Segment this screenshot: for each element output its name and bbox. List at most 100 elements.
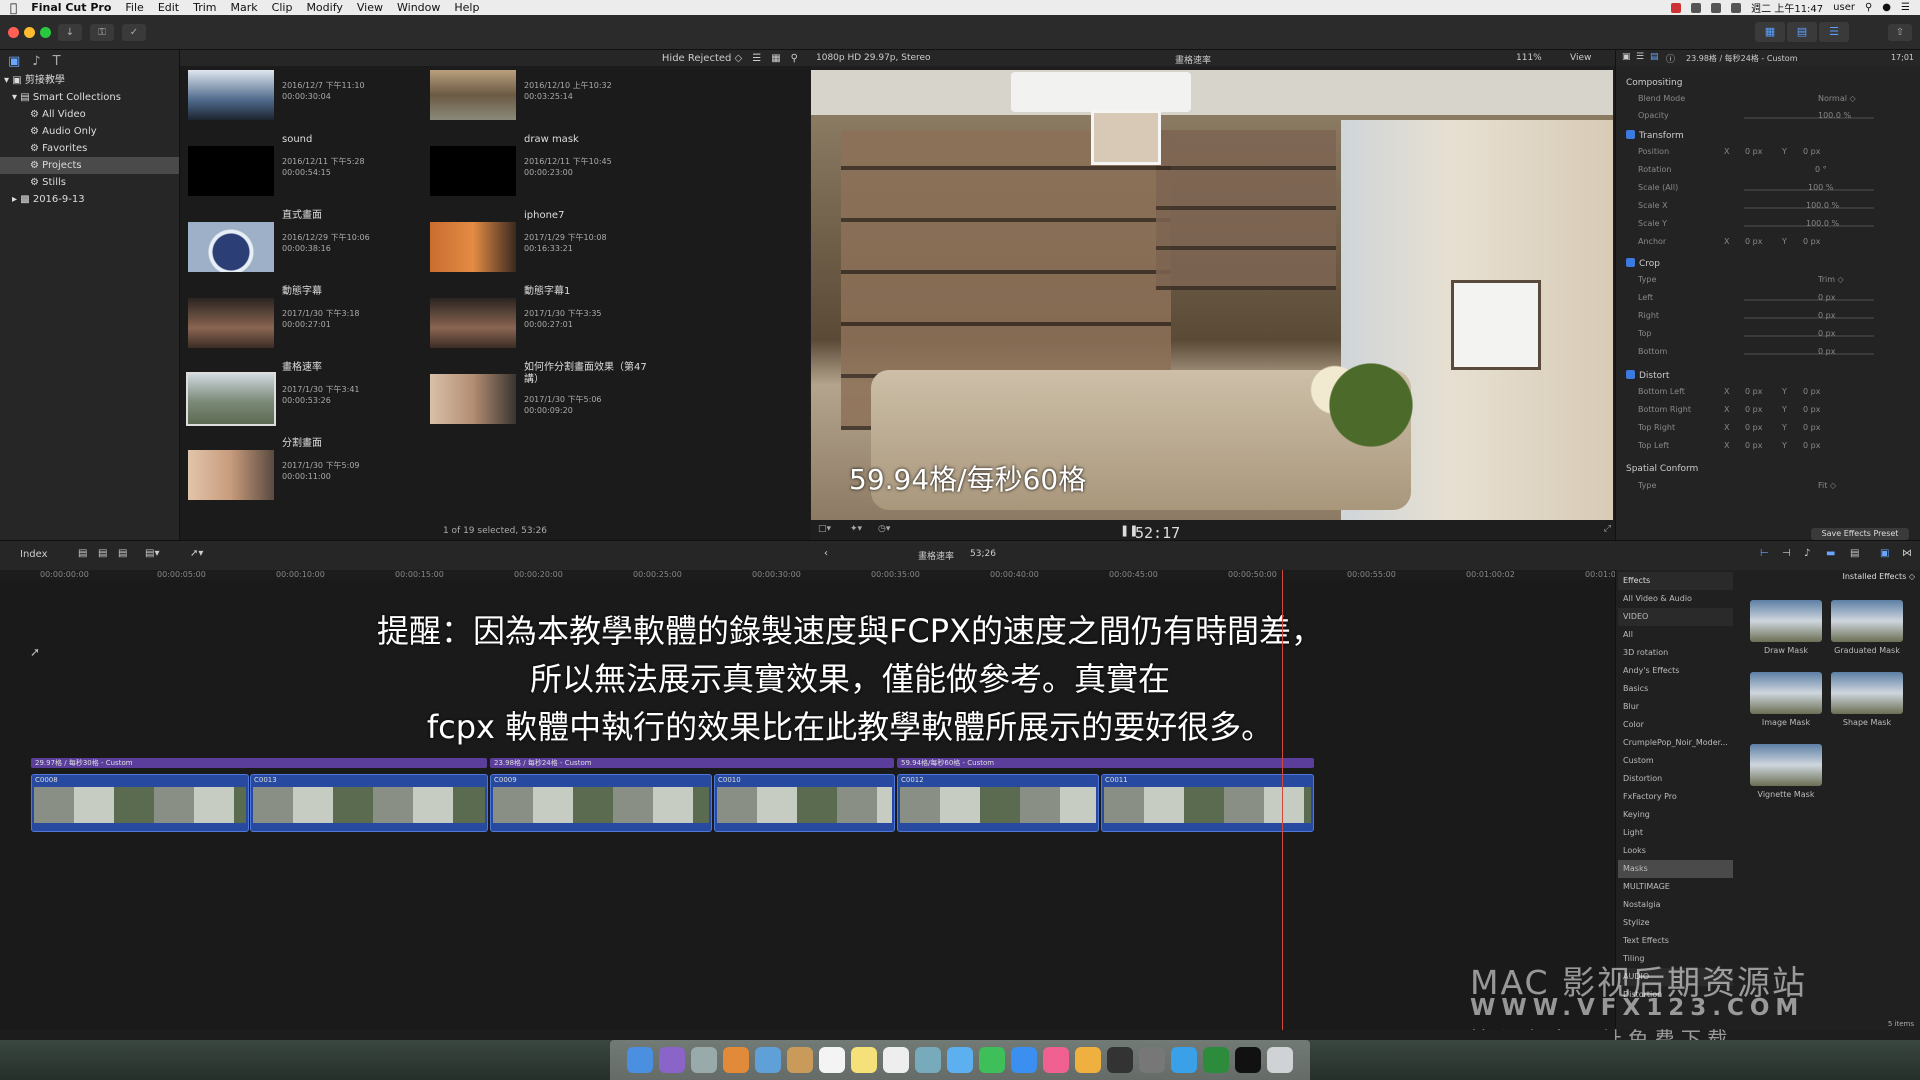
category-item[interactable]: All Video & Audio <box>1618 590 1733 608</box>
event-item[interactable]: ▸ ▩ 2016-9-13 <box>0 191 179 208</box>
crop-left-slider[interactable] <box>1744 299 1874 301</box>
smart-collections-item[interactable]: ▾ ▤ Smart Collections <box>0 89 179 106</box>
opacity-slider[interactable] <box>1744 117 1874 119</box>
itunes-icon[interactable] <box>1043 1047 1069 1073</box>
menu-file[interactable]: File <box>125 1 143 14</box>
search-icon[interactable]: ⚲ <box>791 53 798 64</box>
blend-mode-popup[interactable]: Normal ◇ <box>1818 94 1856 103</box>
insert-icon[interactable]: ▤ <box>98 548 107 559</box>
spotlight-icon[interactable]: ⚲ <box>1865 2 1872 13</box>
siri-icon[interactable]: ● <box>1882 2 1891 13</box>
zoom-icon[interactable] <box>40 27 51 38</box>
effects-browser-icon[interactable]: ▣ <box>1880 548 1889 559</box>
tl-y[interactable]: 0 px <box>1803 441 1820 450</box>
photos-audio-tab-icon[interactable]: ♪ <box>32 54 40 69</box>
browser-clip[interactable]: 動態字幕1 2017/1/30 下午3:35 00:00:27:01 <box>422 286 652 352</box>
volume-icon[interactable] <box>1711 2 1722 13</box>
app-menu[interactable]: Final Cut Pro <box>31 1 111 14</box>
show-browser-icon[interactable]: ▦ <box>1755 22 1785 42</box>
crop-top-slider[interactable] <box>1744 335 1874 337</box>
background-tasks-icon[interactable]: ✓ <box>122 24 146 41</box>
category-item-selected[interactable]: Masks <box>1618 860 1733 878</box>
keywords-icon[interactable]: ⚿ <box>90 24 114 41</box>
conform-type-popup[interactable]: Fit ◇ <box>1818 481 1836 490</box>
info-inspector-icon[interactable]: ▤ <box>1650 52 1659 62</box>
sidebar-item-stills[interactable]: ⚙ Stills <box>0 174 179 191</box>
audio-inspector-icon[interactable]: ☰ <box>1636 52 1644 62</box>
br-y[interactable]: 0 px <box>1803 405 1820 414</box>
safari-icon[interactable] <box>1171 1047 1197 1073</box>
calendar-icon[interactable] <box>819 1047 845 1073</box>
scale-x-value[interactable]: 100.0 % <box>1806 201 1839 210</box>
browser-clip[interactable]: 2016/12/10 上午10:32 00:03:25:14 <box>422 58 652 124</box>
effect-item[interactable]: Draw Mask <box>1749 600 1823 670</box>
import-icon[interactable]: ↓ <box>58 24 82 41</box>
browser-clip[interactable]: 動態字幕 2017/1/30 下午3:18 00:00:27:01 <box>180 286 410 352</box>
anchor-x[interactable]: 0 px <box>1745 237 1762 246</box>
menu-help[interactable]: Help <box>454 1 479 14</box>
show-timeline-icon[interactable]: ▤ <box>1787 22 1817 42</box>
app-store-icon[interactable] <box>1011 1047 1037 1073</box>
share-icon[interactable]: ⇧ <box>1888 24 1912 41</box>
contacts-icon[interactable] <box>787 1047 813 1073</box>
library-item[interactable]: ▾ ▣ 剪接教學 <box>0 72 179 89</box>
minimize-icon[interactable] <box>24 27 35 38</box>
notes-icon[interactable] <box>851 1047 877 1073</box>
category-item[interactable]: Basics <box>1618 680 1733 698</box>
category-item[interactable]: Light <box>1618 824 1733 842</box>
category-item[interactable]: Blur <box>1618 698 1733 716</box>
skimming-icon[interactable]: ⊢ <box>1760 548 1769 559</box>
titles-generators-tab-icon[interactable]: T <box>53 54 61 69</box>
br-x[interactable]: 0 px <box>1745 405 1762 414</box>
crop-type-popup[interactable]: Trim ◇ <box>1818 275 1844 284</box>
browser-clip[interactable]: iphone7 2017/1/29 下午10:08 00:16:33:21 <box>422 210 652 276</box>
apple-icon[interactable]:  <box>10 1 17 15</box>
filter-popup[interactable]: Hide Rejected ◇ <box>662 53 742 64</box>
category-item[interactable]: Nostalgia <box>1618 896 1733 914</box>
opacity-value[interactable]: 100.0 % <box>1818 111 1851 120</box>
camtasia-icon[interactable] <box>1203 1047 1229 1073</box>
menu-window[interactable]: Window <box>397 1 440 14</box>
clock[interactable]: 週二 上午11:47 <box>1751 0 1823 15</box>
compound-clip-label[interactable]: 29.97格 / 每秒30格 - Custom <box>31 758 487 768</box>
bl-x[interactable]: 0 px <box>1745 387 1762 396</box>
crop-top-value[interactable]: 0 px <box>1818 329 1835 338</box>
browser-clip[interactable]: 直式畫面 2016/12/29 下午10:06 00:00:38:16 <box>180 210 410 276</box>
category-item[interactable]: MULTIMAGE <box>1618 878 1733 896</box>
compound-clip-label[interactable]: 23.98格 / 每秒24格 - Custom <box>490 758 894 768</box>
category-item[interactable]: All <box>1618 626 1733 644</box>
transform-checkbox[interactable] <box>1626 130 1635 139</box>
siri-dock-icon[interactable] <box>659 1047 685 1073</box>
append-icon[interactable]: ▤ <box>118 548 127 559</box>
anchor-y[interactable]: 0 px <box>1803 237 1820 246</box>
sidebar-item-all-video[interactable]: ⚙ All Video <box>0 106 179 123</box>
facetime-icon[interactable] <box>979 1047 1005 1073</box>
position-y[interactable]: 0 px <box>1803 147 1820 156</box>
reminders-icon[interactable] <box>883 1047 909 1073</box>
clip-appearance-icon[interactable]: ▦ <box>771 53 780 64</box>
tl-x[interactable]: 0 px <box>1745 441 1762 450</box>
menu-clip[interactable]: Clip <box>272 1 293 14</box>
category-item[interactable]: CrumplePop_Noir_Moder... <box>1618 734 1733 752</box>
video-inspector-icon[interactable]: ▣ <box>1622 52 1631 62</box>
fullscreen-icon[interactable]: ⤢ <box>1604 524 1611 534</box>
trash-icon[interactable] <box>1267 1047 1293 1073</box>
effect-item[interactable]: Image Mask <box>1749 672 1823 742</box>
notification-icon[interactable]: ☰ <box>1901 2 1910 13</box>
category-item[interactable]: Keying <box>1618 806 1733 824</box>
section-crop[interactable]: Crop <box>1626 258 1660 272</box>
user-name[interactable]: user <box>1833 2 1855 13</box>
libraries-tab-icon[interactable]: ▣ <box>8 54 20 69</box>
menu-edit[interactable]: Edit <box>158 1 179 14</box>
audio-skimming-icon[interactable]: ⊣ <box>1782 548 1791 559</box>
snapping-icon[interactable]: ▬ <box>1826 548 1835 559</box>
sidebar-item-projects[interactable]: ⚙ Projects <box>0 157 179 174</box>
transform-icon[interactable]: □▾ <box>818 524 831 534</box>
compound-clip-label[interactable]: 59.94格/每秒60格 - Custom <box>897 758 1314 768</box>
browser-clip[interactable]: draw mask 2016/12/11 下午10:45 00:00:23:00 <box>422 134 652 200</box>
category-item[interactable]: Stylize <box>1618 914 1733 932</box>
view-popup[interactable]: View <box>1570 53 1591 63</box>
effect-item[interactable]: Shape Mask <box>1830 672 1904 742</box>
category-item[interactable]: Text Effects <box>1618 932 1733 950</box>
category-item[interactable]: Distortion <box>1618 770 1733 788</box>
